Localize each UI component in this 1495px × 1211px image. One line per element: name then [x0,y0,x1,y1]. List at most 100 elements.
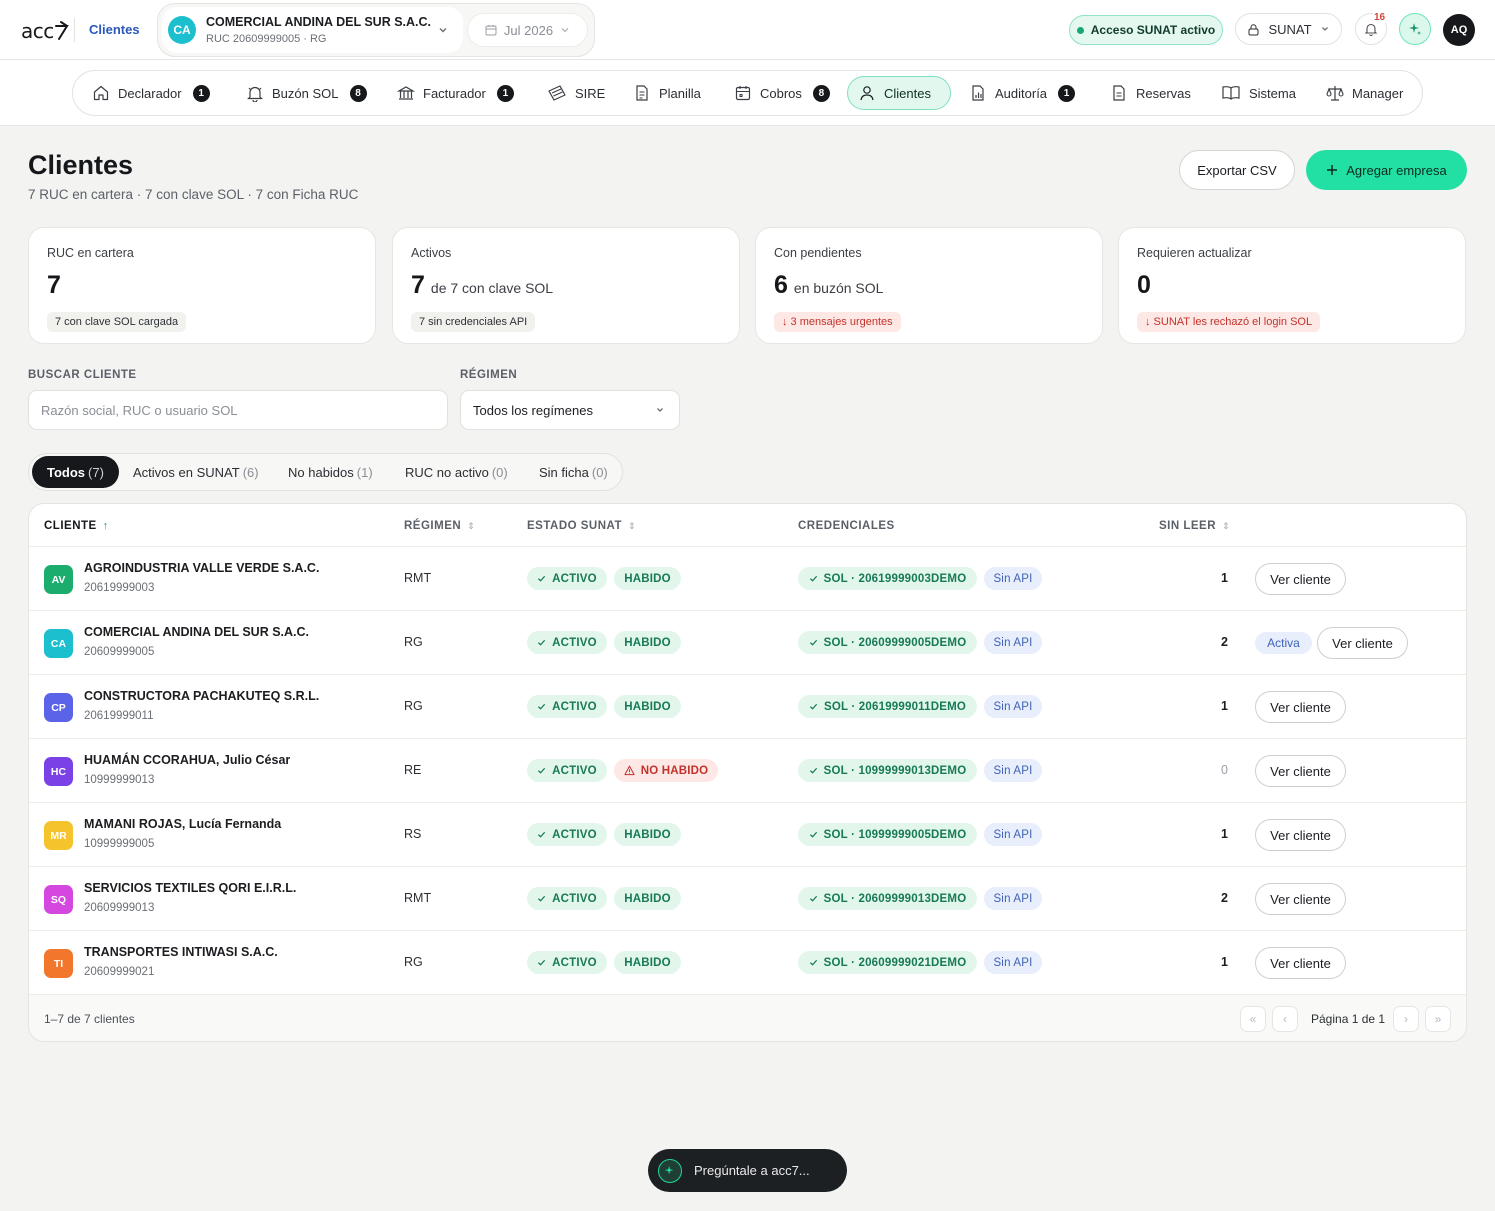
unread-count: 2 [1221,635,1228,649]
period-selector[interactable]: Jul 2026 [467,13,588,47]
column-header-status[interactable]: ESTADO SUNAT ⇕ [527,520,636,532]
client-name[interactable]: CONSTRUCTORA PACHAKUTEQ S.R.L. [84,689,319,703]
last-page-button[interactable]: » [1425,1006,1451,1032]
habido-badge: HABIDO [614,823,681,846]
tab-no-habidos[interactable]: No habidos (1) [273,456,388,488]
view-client-button[interactable]: Ver cliente [1317,627,1408,659]
check-icon [537,702,546,711]
habido-label: HABIDO [624,828,671,841]
tab-count: (7) [88,464,104,480]
column-header-label: CLIENTE [44,520,97,532]
sol-credential-badge: SOL · 20609999013DEMO [798,887,977,910]
chevron-down-icon [657,408,663,412]
user-avatar[interactable]: AQ [1443,14,1475,46]
status-badge: ACTIVO [527,951,607,974]
unread-count: 0 [1221,763,1228,777]
nav-label: SIRE [575,85,606,101]
nav-item-manager[interactable]: Manager [1316,76,1413,110]
view-client-button[interactable]: Ver cliente [1255,819,1346,851]
nav-label: Sistema [1249,85,1296,101]
view-client-button[interactable]: Ver cliente [1255,563,1346,595]
habido-label: HABIDO [624,572,671,585]
search-input[interactable] [28,390,448,430]
tab-count: (0) [591,464,608,480]
tab-activos[interactable]: Activos en SUNAT (6) [118,456,274,488]
client-regime: RG [404,635,423,649]
page-title: Clientes [28,150,134,180]
nav-item-sistema[interactable]: Sistema [1211,76,1306,110]
nav-badge: 1 [192,84,210,102]
view-client-button[interactable]: Ver cliente [1255,947,1346,979]
page-subtitle: 7 RUC en cartera · 7 con clave SOL · 7 c… [28,187,359,202]
first-page-button[interactable]: « [1240,1006,1266,1032]
kpi-detail: de 7 con clave SOL [430,280,554,296]
nav-item-clientes[interactable]: Clientes [847,76,951,110]
assistant-button[interactable] [1399,13,1431,45]
view-client-button[interactable]: Ver cliente [1255,755,1346,787]
nav-item-auditoria[interactable]: Auditoría 1 [959,76,1085,110]
column-header-label: ESTADO SUNAT [527,520,623,532]
prev-page-button[interactable]: ‹ [1272,1006,1298,1032]
client-name[interactable]: TRANSPORTES INTIWASI S.A.C. [84,945,278,959]
sol-credential-badge: SOL · 20619999003DEMO [798,567,977,590]
habido-label: HABIDO [624,700,671,713]
nav-item-declarador[interactable]: Declarador 1 [82,76,220,110]
add-company-button[interactable]: Agregar empresa [1306,150,1467,190]
status-label: ACTIVO [552,892,597,905]
unread-count: 1 [1221,955,1228,969]
ask-assistant-label: Pregúntale a acc7... [694,1163,810,1178]
status-badge: ACTIVO [527,887,607,910]
column-header-unread[interactable]: SIN LEER ⇕ [1159,520,1230,532]
export-csv-button[interactable]: Exportar CSV [1179,150,1295,190]
nav-item-cobros[interactable]: Cobros 8 [724,76,840,110]
check-icon [537,766,546,775]
client-name[interactable]: AGROINDUSTRIA VALLE VERDE S.A.C. [84,561,319,575]
nav-item-buzon-sol[interactable]: Buzón SOL 8 [236,76,377,110]
app-logo[interactable]: acc [21,17,69,43]
ask-assistant-button[interactable]: Pregúntale a acc7... [648,1149,847,1192]
page-indicator: Página 1 de 1 [1311,1012,1386,1026]
client-name[interactable]: SERVICIOS TEXTILES QORI E.I.R.L. [84,881,296,895]
client-ruc: 20619999011 [84,710,154,722]
next-page-button[interactable]: › [1393,1006,1419,1032]
lock-icon [1248,23,1259,35]
view-client-button[interactable]: Ver cliente [1255,691,1346,723]
sol-credential-badge: SOL · 20609999021DEMO [798,951,977,974]
nav-item-reservas[interactable]: Reservas [1100,76,1201,110]
habido-label: HABIDO [624,956,671,969]
client-name[interactable]: COMERCIAL ANDINA DEL SUR S.A.C. [84,625,309,639]
column-header-client[interactable]: CLIENTE ↑ [44,520,109,532]
company-selector[interactable]: CA COMERCIAL ANDINA DEL SUR S.A.C. RUC 2… [162,7,463,53]
column-header-regime[interactable]: RÉGIMEN ⇕ [404,520,475,532]
tab-todos[interactable]: Todos (7) [32,456,119,488]
nav-label: Auditoría [995,85,1048,101]
regime-select[interactable]: Todos los regímenes [460,390,680,430]
status-label: ACTIVO [552,700,597,713]
nav-item-planilla[interactable]: Planilla [623,76,711,110]
client-name[interactable]: MAMANI ROJAS, Lucía Fernanda [84,817,281,831]
scale-icon [1326,86,1344,101]
breadcrumb[interactable]: Clientes [89,22,140,37]
nav-item-facturador[interactable]: Facturador 1 [387,76,524,110]
client-name[interactable]: HUAMÁN CCORAHUA, Julio César [84,753,290,767]
tab-ruc-no-activo[interactable]: RUC no activo (0) [390,456,523,488]
view-client-button[interactable]: Ver cliente [1255,883,1346,915]
sol-credential-badge: SOL · 10999999013DEMO [798,759,977,782]
kpi-card-actualizar: Requieren actualizar 0 ↓ SUNAT les recha… [1118,227,1466,344]
add-company-label: Agregar empresa [1346,162,1447,178]
kpi-card-ruc: RUC en cartera 7 7 con clave SOL cargada [28,227,376,344]
sunat-access-status[interactable]: Acceso SUNAT activo [1069,15,1223,45]
nav-item-sire[interactable]: SIRE [537,76,615,110]
table-row: CA COMERCIAL ANDINA DEL SUR S.A.C. 20609… [29,610,1466,674]
habido-label: HABIDO [624,892,671,905]
sol-credential-badge: SOL · 20609999005DEMO [798,631,977,654]
status-label: ACTIVO [552,956,597,969]
sunat-menu-button[interactable]: SUNAT [1235,13,1342,45]
no-habido-badge: NO HABIDO [614,759,718,782]
kpi-card-activos: Activos 7 de 7 con clave SOL 7 sin creden… [392,227,740,344]
client-avatar: HC [44,757,73,786]
client-regime: RS [404,827,422,841]
kpi-label: Activos [411,246,452,260]
nav-badge: 1 [1058,84,1076,102]
tab-sin-ficha[interactable]: Sin ficha (0) [524,456,623,488]
